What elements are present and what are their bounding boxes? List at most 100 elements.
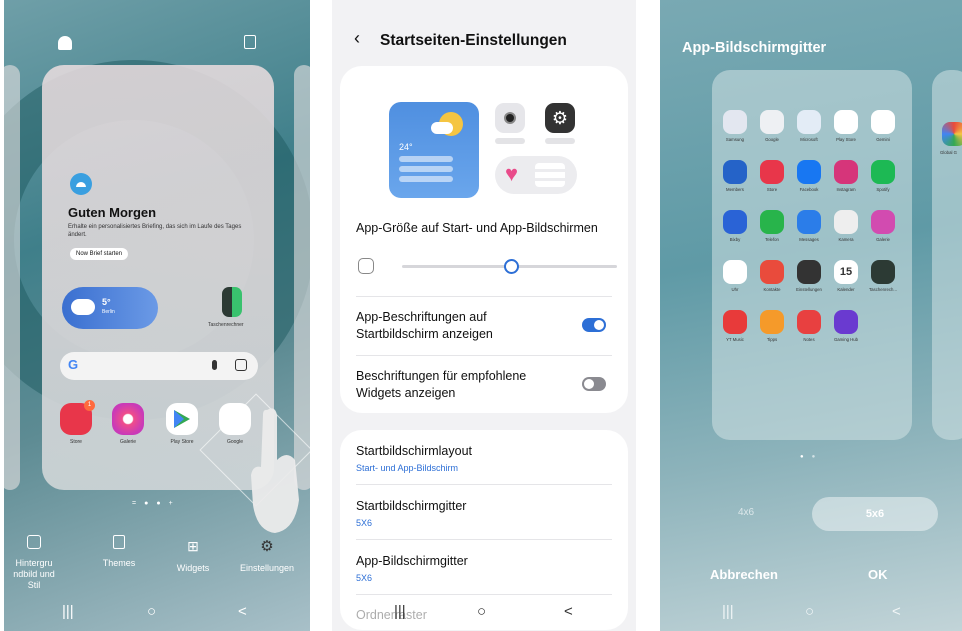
app-grid-screen: App-Bildschirmgitter Samsung Google Micros… — [660, 0, 962, 631]
gallery-icon — [871, 210, 895, 234]
recents-button[interactable]: ||| — [394, 603, 406, 620]
app-label: Store — [70, 439, 82, 445]
play-store-icon — [166, 403, 198, 435]
app-size-slider[interactable] — [402, 259, 617, 274]
app-size-label: App-Größe auf Start- und App-Bildschirme… — [356, 221, 598, 235]
lens-icon[interactable] — [235, 359, 247, 371]
widgets-button[interactable]: ⊞ Widgets — [170, 535, 216, 574]
cloud-icon — [71, 299, 95, 315]
grid-option-5x6[interactable]: 5x6 — [812, 497, 938, 531]
recents-button[interactable]: ||| — [722, 603, 734, 620]
row-title: Startbildschirmgitter — [356, 499, 467, 513]
widget-labels-toggle[interactable] — [582, 377, 606, 391]
grid-app: Microsoft — [794, 110, 824, 142]
app-label: Gaming Hub — [833, 337, 859, 342]
calculator-label: Taschenrechner — [208, 322, 244, 328]
global-goals-icon — [942, 122, 962, 146]
grid-app: Gemini — [868, 110, 898, 142]
calculator-icon — [871, 260, 895, 284]
google-search-bar[interactable]: G — [60, 352, 258, 380]
grid-app: Kontakte — [757, 260, 787, 292]
gaming-hub-icon — [834, 310, 858, 334]
grid-app: Store — [757, 160, 787, 192]
home-button[interactable]: ○ — [477, 603, 486, 620]
navigation-bar: ||| ○ < — [660, 603, 962, 623]
previous-page-preview[interactable] — [4, 65, 20, 490]
app-label: YT Music — [726, 337, 744, 342]
setting-row[interactable]: App-Bildschirmgitter 5X6 — [356, 553, 468, 583]
recents-button[interactable]: ||| — [62, 603, 74, 620]
wallpaper-style-button[interactable]: Hintergru ndbild und Stil — [6, 535, 62, 591]
camera-icon — [834, 210, 858, 234]
app-label: Galerie — [119, 439, 137, 445]
weather-widget[interactable]: 5° Berlin — [62, 287, 158, 329]
back-button[interactable]: < — [238, 603, 247, 620]
home-button[interactable]: ○ — [805, 603, 814, 620]
small-size-icon — [358, 258, 374, 274]
row-title: Startbildschirmlayout — [356, 444, 473, 458]
settings-icon — [797, 260, 821, 284]
header: ‹ Startseiten-Einstellungen — [332, 0, 636, 70]
app-label: Tipps — [766, 337, 778, 342]
app-label: Einstellungen — [796, 287, 822, 292]
microsoft-folder-icon — [797, 110, 821, 134]
tips-icon — [760, 310, 784, 334]
camera-app-icon — [495, 103, 525, 133]
app-label: Notes — [803, 337, 815, 342]
app-gallery[interactable]: Galerie — [109, 403, 147, 445]
toggle2-label: Beschriftungen für empfohlene Widgets an… — [356, 369, 527, 400]
widgets-icon: ⊞ — [187, 537, 199, 554]
app-label: Google — [765, 137, 779, 142]
trash-icon[interactable] — [244, 35, 256, 49]
dock-label: Hintergru ndbild und Stil — [13, 558, 55, 590]
themes-icon — [113, 535, 125, 549]
weather-temp: 5° — [102, 297, 111, 307]
setting-row[interactable]: Startbildschirmgitter 5X6 — [356, 498, 466, 528]
themes-button[interactable]: Themes — [96, 535, 142, 569]
home-button[interactable]: ○ — [147, 603, 156, 620]
labels-toggle[interactable] — [582, 318, 606, 332]
back-button[interactable]: < — [564, 603, 573, 620]
cancel-button[interactable]: Abbrechen — [710, 567, 778, 582]
app-play-store[interactable]: Play Store — [163, 403, 201, 445]
settings-button[interactable]: ⚙ Einstellungen — [234, 535, 300, 574]
spotify-icon — [871, 160, 895, 184]
mic-icon[interactable] — [212, 360, 217, 370]
app-label: Galerie — [876, 237, 890, 242]
home-icon[interactable] — [58, 36, 72, 50]
app-label: Taschenrech... — [869, 287, 897, 292]
wallpaper-icon — [27, 535, 41, 549]
grid-preview: Samsung Google Microsoft Play Store Gemini Me… — [712, 70, 912, 440]
back-button[interactable]: < — [892, 603, 901, 620]
app-store[interactable]: 1 Store — [57, 400, 95, 445]
app-label: Global G — [940, 150, 957, 155]
briefing-text: Erhalte ein personalisiertes Briefing, d… — [68, 224, 242, 238]
gear-icon: ⚙ — [260, 537, 274, 555]
page-indicator: = ● ● + — [132, 500, 173, 507]
samsung-folder-icon — [723, 110, 747, 134]
grid-app: Messages — [794, 210, 824, 242]
row-title: App-Bildschirmgitter — [356, 554, 468, 568]
ok-button[interactable]: OK — [868, 567, 888, 582]
page-title: Startseiten-Einstellungen — [380, 32, 567, 49]
dock-label: Einstellungen — [239, 563, 295, 573]
setting-row[interactable]: Startbildschirmlayout Start- und App-Bil… — [356, 443, 472, 473]
grid-app: Taschenrech... — [868, 260, 898, 292]
now-brief-button[interactable]: Now Brief starten — [70, 248, 129, 260]
slider-thumb[interactable] — [504, 259, 519, 274]
play-store-icon — [834, 110, 858, 134]
app-label: Telefon — [765, 237, 779, 242]
google-logo-icon: G — [68, 357, 79, 372]
app-label: Bixby — [729, 237, 741, 242]
notes-icon — [797, 310, 821, 334]
health-widget-preview: ♥ — [495, 156, 577, 194]
back-arrow-icon[interactable]: ‹ — [354, 28, 360, 49]
calculator-icon[interactable] — [222, 287, 242, 317]
grid-option-4x6[interactable]: 4x6 — [738, 507, 754, 518]
app-label: Kalender — [837, 287, 855, 292]
grid-app: Members — [720, 160, 750, 192]
app-label: Kontakte — [763, 287, 781, 292]
grid-app: Galerie — [868, 210, 898, 242]
next-page-preview: Global G — [932, 70, 962, 440]
home-settings-screen: ‹ Startseiten-Einstellungen 24° ⚙ ♥ App-… — [332, 0, 636, 631]
